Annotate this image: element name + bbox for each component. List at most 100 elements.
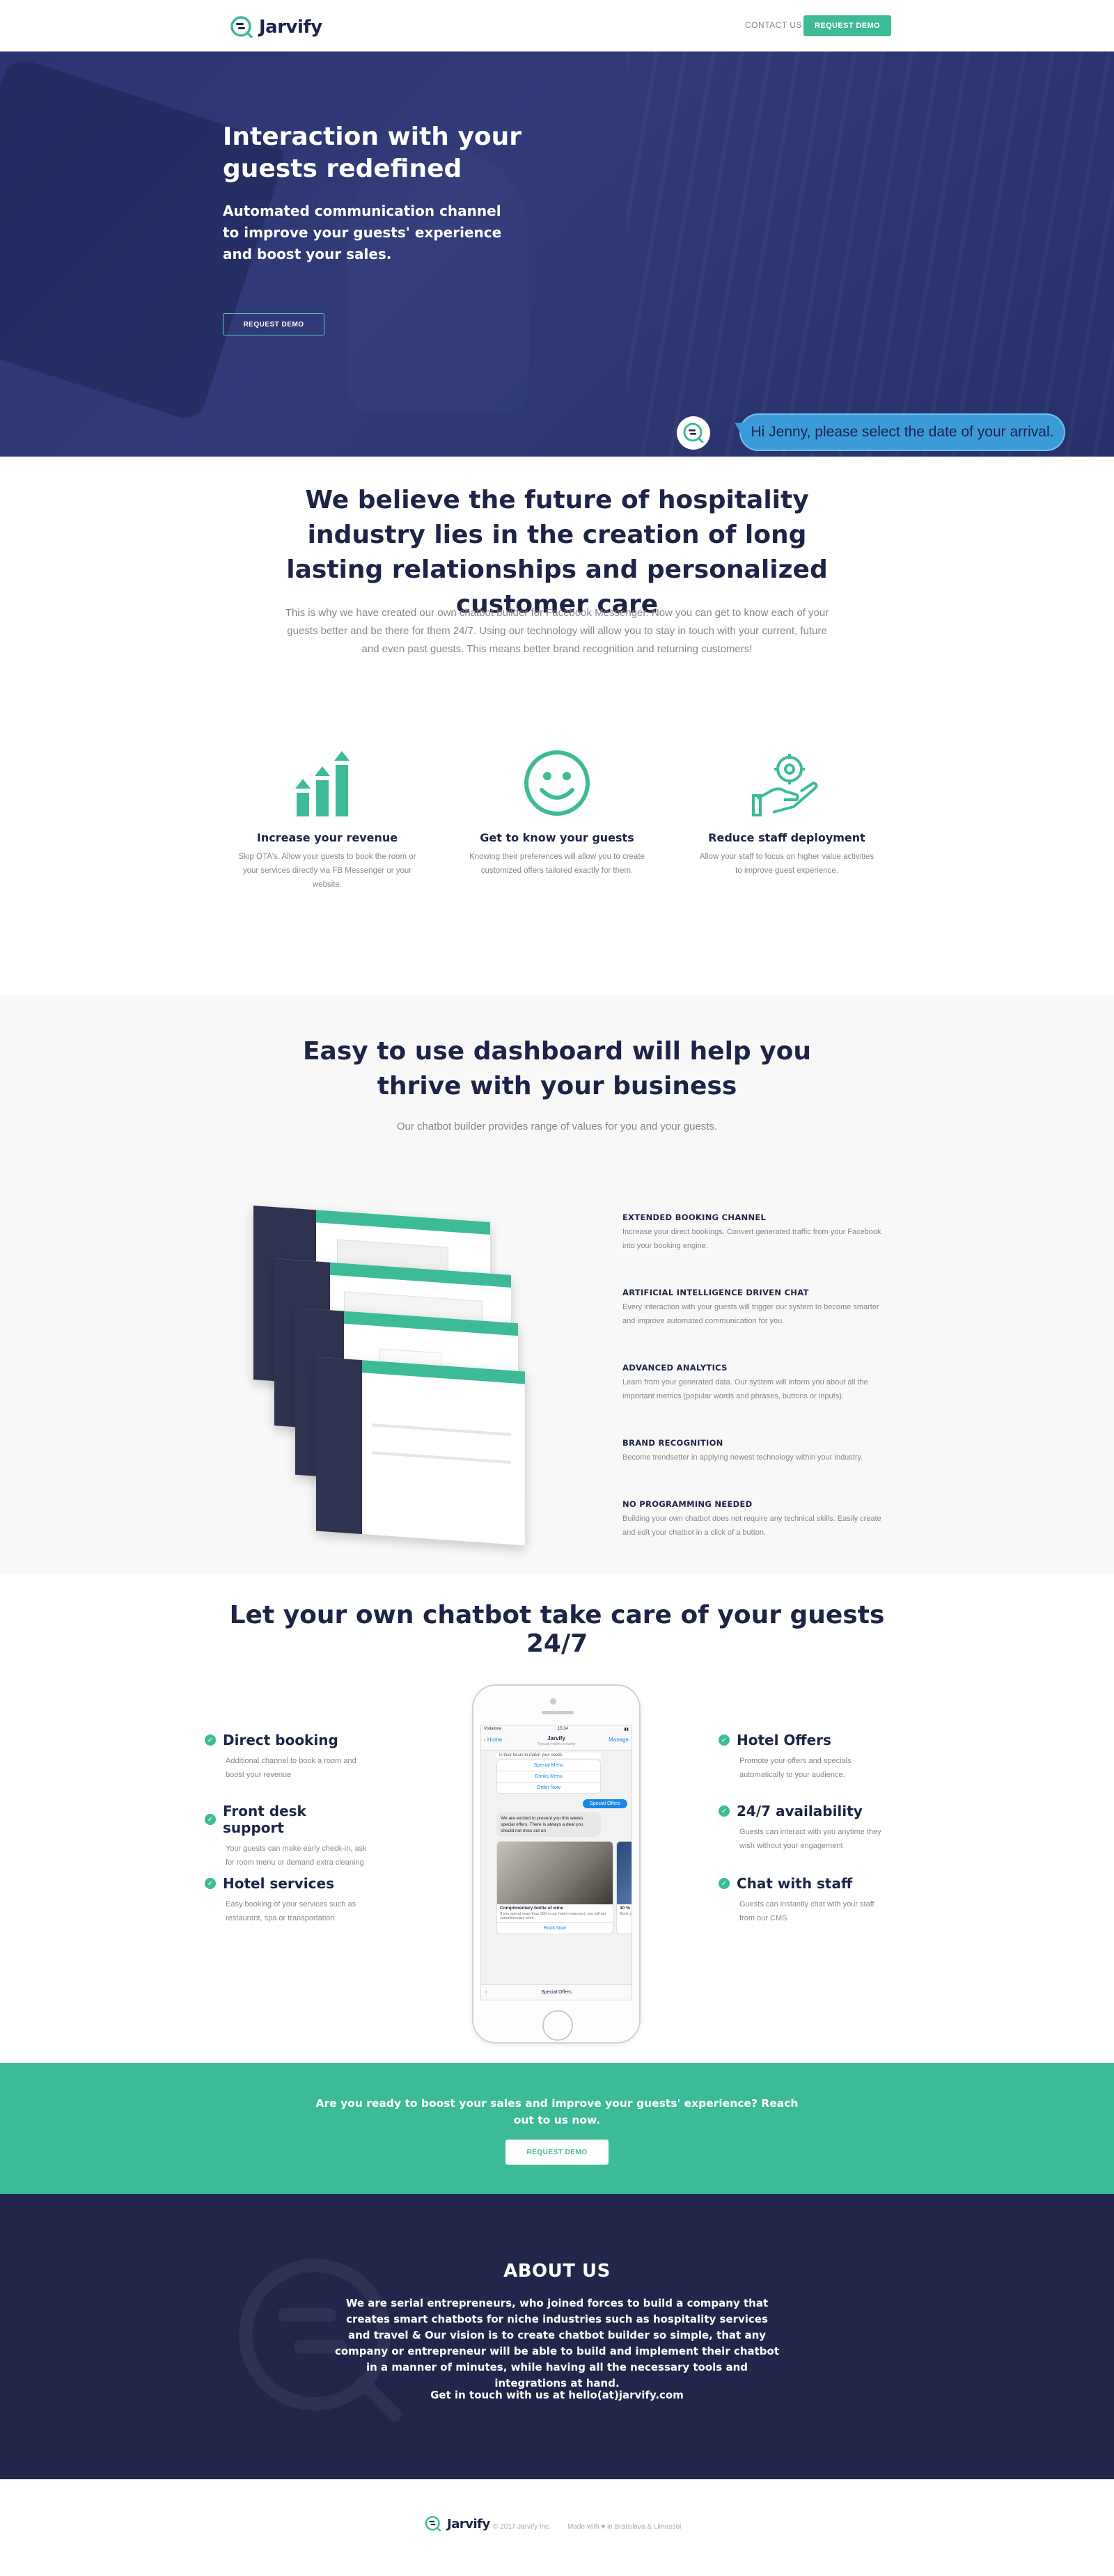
hero-chat-bubble: Hi Jenny, please select the date of your… [739, 413, 1065, 451]
chatbot-title: Let your own chatbot take care of your g… [229, 1601, 885, 1658]
dashboard-subtitle: Our chatbot builder provides range of va… [396, 1121, 718, 1132]
dashboard-feature-title: ADVANCED ANALYTICS [622, 1363, 728, 1373]
dashboard-feature: ADVANCED ANALYTICS Learn from your gener… [622, 1363, 894, 1403]
bot-feature-desc: Additional channel to book a room and bo… [226, 1757, 356, 1779]
bot-feature-desc: Easy booking of your services such as re… [226, 1900, 356, 1922]
about-section: ABOUT US We are serial entrepreneurs, wh… [0, 2194, 1114, 2479]
feature-desc: Knowing their preferences will allow you… [469, 853, 645, 875]
about-body: We are serial entrepreneurs, who joined … [334, 2297, 780, 2389]
cta-text: Are you ready to boost your sales and im… [315, 2097, 799, 2126]
check-icon: ✓ [205, 1878, 216, 1889]
contact-us-link[interactable]: CONTACT US [745, 20, 802, 30]
feature-staff: Reduce staff deployment Allow your staff… [696, 745, 877, 878]
bot-feature-title: Chat with staff [737, 1875, 853, 1892]
dashboard-title: Easy to use dashboard will help you thri… [302, 1037, 812, 1100]
dashboard-feature-title: BRAND RECOGNITION [622, 1438, 723, 1448]
manage-button[interactable]: Manage [609, 1737, 629, 1743]
user-message: Special Offers [583, 1799, 627, 1808]
jarvify-logo-icon [425, 2515, 441, 2532]
cta-banner: Are you ready to boost your sales and im… [0, 2063, 1114, 2194]
page: Jarvify CONTACT US REQUEST DEMO Interact… [0, 0, 1114, 2576]
dashboard-feature-title: EXTENDED BOOKING CHANNEL [622, 1212, 767, 1222]
bot-feature-title: Direct booking [223, 1732, 338, 1748]
check-icon: ✓ [719, 1735, 730, 1746]
bot-message: We are excited to present you this weeks… [496, 1812, 601, 1837]
feature-know-guests: Get to know your guests Knowing their pr… [466, 745, 648, 878]
dashboard-feature-desc: Increase your direct bookings. Convert g… [622, 1228, 881, 1250]
drinks-menu-button[interactable]: Drinks Menu [497, 1771, 600, 1783]
bot-feature-desc: Guests can interact with you anytime the… [739, 1828, 881, 1850]
request-demo-button[interactable]: REQUEST DEMO [803, 15, 891, 36]
order-now-button[interactable]: Order Now [497, 1783, 600, 1793]
bot-feature-front-desk: ✓ Front desk support Your guests can make… [205, 1803, 372, 1870]
hero-request-demo-button[interactable]: REQUEST DEMO [223, 313, 324, 335]
offer-card[interactable]: 30 % d Book y [616, 1841, 631, 1934]
bot-feature-desc: Promote your offers and specials automat… [739, 1757, 852, 1779]
bot-feature-title: Hotel services [223, 1875, 334, 1892]
wine-image [497, 1842, 613, 1904]
belief-title: We believe the future of hospitality ind… [286, 486, 828, 619]
hero: Interaction with your guests redefined A… [0, 52, 1114, 457]
check-icon: ✓ [205, 1735, 216, 1746]
logo[interactable]: Jarvify [230, 15, 322, 39]
check-icon: ✓ [719, 1878, 730, 1889]
cta-request-demo-button[interactable]: REQUEST DEMO [505, 2140, 609, 2165]
dashboard-feature: BRAND RECOGNITION Become trendsetter in … [622, 1438, 894, 1464]
dashboard-feature-desc: Learn from your generated data. Our syst… [622, 1378, 868, 1400]
check-icon: ✓ [719, 1805, 730, 1817]
dashboard-feature-title: NO PROGRAMMING NEEDED [622, 1499, 753, 1509]
jarvify-logo-icon [230, 16, 253, 38]
revenue-bars-icon [237, 745, 418, 821]
home-button [542, 2010, 573, 2041]
hand-gear-icon [696, 745, 877, 821]
persistent-menu-label: Special Offers [541, 1990, 572, 1995]
dashboard-feature: EXTENDED BOOKING CHANNEL Increase your d… [622, 1212, 894, 1253]
brand-name: Jarvify [259, 17, 322, 38]
dashboard-feature-desc: Every interaction with your guests will … [622, 1303, 879, 1325]
feature-title: Reduce staff deployment [708, 831, 865, 844]
site-header: Jarvify CONTACT US REQUEST DEMO [0, 0, 1114, 52]
site-footer: Jarvify © 2017 Jarvify Inc. Made with ♥ … [0, 2479, 1114, 2576]
offer-desc: If you spend more than 300 in our hotel … [500, 1912, 606, 1920]
brand-name: Jarvify [447, 2516, 490, 2531]
feature-revenue: Increase your revenue Skip OTA's. Allow … [237, 745, 418, 892]
copyright: © 2017 Jarvify Inc. [493, 2523, 551, 2531]
dashboard-feature-title: ARTIFICIAL INTELLIGENCE DRIVEN CHAT [622, 1288, 809, 1297]
dashboard-feature: NO PROGRAMMING NEEDED Building your own … [622, 1499, 894, 1540]
belief-body: This is why we have created our own chat… [285, 607, 829, 655]
bot-feature-title: Front desk support [223, 1803, 306, 1836]
check-icon: ✓ [205, 1814, 216, 1825]
bot-feature-direct-booking: ✓ Direct booking Additional channel to bo… [205, 1732, 372, 1782]
about-title: ABOUT US [503, 2261, 611, 2282]
offer-title: Complimentary bottle of wine [500, 1906, 564, 1911]
footer-logo[interactable]: Jarvify [425, 2515, 490, 2532]
bot-feature-chat-staff: ✓ Chat with staff Guests can instantly ch… [719, 1875, 886, 1925]
status-time: 15:34 [557, 1727, 568, 1731]
feature-desc: Skip OTA's. Allow your guests to book th… [238, 853, 416, 889]
phone-mockup: Vodafone 15:34 ▮▮ ‹ Home Jarvify Typical… [472, 1684, 641, 2044]
message-snippet: in their hours to match your needs [496, 1753, 601, 1758]
feature-title: Increase your revenue [256, 831, 398, 844]
dashboard-feature-desc: Building your own chatbot does not requi… [622, 1515, 881, 1537]
book-now-button[interactable]: Book Now [497, 1922, 613, 1934]
status-carrier: Vodafone [484, 1727, 502, 1731]
dashboard-feature: ARTIFICIAL INTELLIGENCE DRIVEN CHAT Ever… [622, 1288, 894, 1328]
offer-title: 30 % d [620, 1906, 631, 1911]
smiley-icon [466, 745, 648, 821]
bot-avatar-icon [677, 416, 710, 450]
feature-desc: Allow your staff to focus on higher valu… [699, 853, 874, 875]
about-contact[interactable]: Get in touch with us at hello(at)jarvify… [348, 2389, 766, 2401]
bot-feature-title: Hotel Offers [737, 1732, 831, 1748]
offer-card[interactable]: Complimentary bottle of wine If you spen… [496, 1841, 613, 1934]
dashboard-feature-desc: Become trendsetter in applying newest te… [622, 1453, 863, 1462]
special-menu-button[interactable]: Special Menu [497, 1760, 600, 1771]
dashboard-section: Easy to use dashboard will help you thri… [0, 995, 1114, 1574]
bot-feature-title: 24/7 availability [737, 1803, 863, 1819]
composer-bar[interactable]: ‹ Special Offers [481, 1984, 631, 2000]
bot-feature-hotel-services: ✓ Hotel services Easy booking of your ser… [205, 1875, 372, 1925]
messenger-header: ‹ Home Jarvify Typically replies instant… [481, 1734, 631, 1751]
feature-title: Get to know your guests [480, 831, 634, 844]
bot-feature-hotel-offers: ✓ Hotel Offers Promote your offers and sp… [719, 1732, 886, 1782]
bot-feature-availability: ✓ 24/7 availability Guests can interact w… [719, 1803, 886, 1853]
chevron-left-icon[interactable]: ‹ [485, 1985, 487, 2000]
